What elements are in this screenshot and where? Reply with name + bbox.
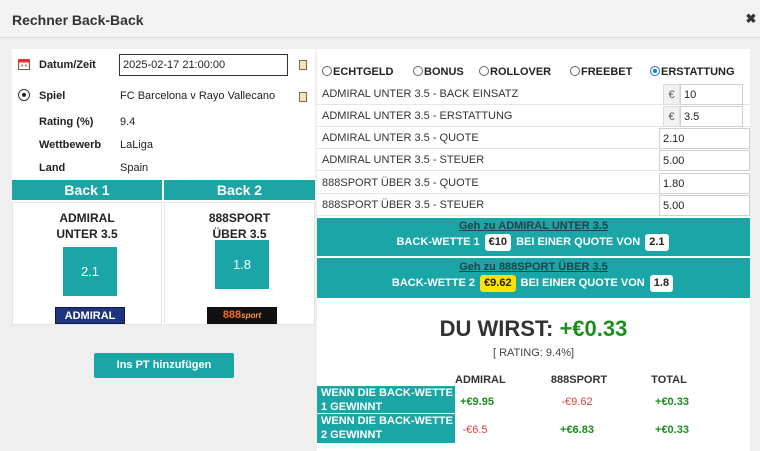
- mode-label: ECHTGELD: [333, 66, 394, 78]
- mode-rollover[interactable]: ROLLOVER: [479, 66, 551, 78]
- mode-label: ERSTATTUNG: [661, 66, 735, 78]
- mode-label: FREEBET: [581, 66, 633, 78]
- admiral-result: -€6.5: [462, 424, 488, 436]
- back1-odds[interactable]: 2.1: [63, 247, 117, 296]
- odds-label: BEI EINER QUOTE VON: [516, 236, 641, 248]
- admiral-odds-input[interactable]: 2.10: [659, 128, 750, 149]
- admiral-tax-input[interactable]: 5.00: [659, 150, 750, 171]
- field-label: ADMIRAL UNTER 3.5 - ERSTATTUNG: [322, 110, 513, 122]
- bet-label: BACK-WETTE 1: [396, 236, 480, 248]
- mode-label: ROLLOVER: [490, 66, 552, 78]
- refund-input[interactable]: 3.5: [680, 106, 743, 127]
- 888sport-logo-main: 888: [222, 309, 242, 321]
- bet-label: BACK-WETTE 2: [391, 277, 475, 289]
- 888sport-logo: 888sport: [207, 307, 277, 324]
- radio-icon[interactable]: [570, 66, 580, 76]
- 888sport-result: -€9.62: [561, 396, 593, 408]
- window-title: Rechner Back-Back: [12, 12, 144, 28]
- instruction-back1: Geh zu ADMIRAL UNTER 3.5 BACK-WETTE 1 €1…: [317, 218, 750, 256]
- field-label: ADMIRAL UNTER 3.5 - BACK EINSATZ: [322, 88, 519, 100]
- instruction-line: BACK-WETTE 2 €9.62 BEI EINER QUOTE VON 1…: [317, 274, 750, 292]
- back2-header: Back 2: [164, 180, 315, 200]
- soccer-ball-icon: [18, 89, 30, 101]
- country-label: Land: [39, 162, 66, 174]
- stake-chip: €10: [484, 233, 512, 251]
- radio-icon[interactable]: [479, 66, 489, 76]
- game-label: Spiel: [39, 90, 66, 102]
- mode-bonus[interactable]: BONUS: [413, 66, 464, 78]
- mode-freebet[interactable]: FREEBET: [570, 66, 632, 78]
- back2-odds[interactable]: 1.8: [215, 240, 269, 289]
- mode-erstattung[interactable]: ERSTATTUNG: [650, 66, 735, 78]
- window-titlebar: Rechner Back-Back ✖: [0, 0, 760, 38]
- instruction-line: BACK-WETTE 1 €10 BEI EINER QUOTE VON 2.1: [317, 233, 750, 251]
- datetime-input[interactable]: 2025-02-17 21:00:00: [119, 54, 288, 76]
- close-icon[interactable]: ✖: [744, 12, 758, 26]
- copy-game-icon[interactable]: [299, 92, 307, 102]
- country-value: Spain: [120, 162, 149, 174]
- game-row: Spiel FC Barcelona v Rayo Vallecano: [12, 86, 315, 106]
- 888sport-odds-input[interactable]: 1.80: [659, 173, 750, 194]
- admiral-result: +€9.95: [460, 396, 494, 408]
- row-back2-wins: WENN DIE BACK-WETTE 2 GEWINNT: [317, 414, 455, 443]
- country-row: Land Spain: [12, 158, 315, 178]
- 888sport-tax-input[interactable]: 5.00: [659, 195, 750, 216]
- mode-echtgeld[interactable]: ECHTGELD: [322, 66, 394, 78]
- instruction-back2: Geh zu 888SPORT ÜBER 3.5 BACK-WETTE 2 €9…: [317, 258, 750, 298]
- radio-selected-icon[interactable]: [650, 66, 660, 76]
- odds-chip: 1.8: [649, 274, 674, 292]
- odds-label: BEI EINER QUOTE VON: [520, 277, 645, 289]
- odds-chip: 2.1: [645, 233, 669, 251]
- competition-label: Wettbewerb: [39, 139, 102, 151]
- field-label: 888SPORT ÜBER 3.5 - STEUER: [322, 199, 485, 211]
- back1-bookmaker: ADMIRAL: [59, 211, 115, 225]
- add-to-pt-button[interactable]: Ins PT hinzufügen: [94, 353, 234, 378]
- game-value: FC Barcelona v Rayo Vallecano: [120, 90, 276, 102]
- back1-card: ADMIRAL UNTER 3.5 2.1 ADMIRAL: [12, 202, 162, 325]
- col-admiral: ADMIRAL: [455, 374, 506, 386]
- euro-addon: €: [663, 84, 680, 105]
- stake-chip: €9.62: [480, 274, 516, 292]
- back2-card: 888SPORT ÜBER 3.5 1.8 888sport: [164, 202, 315, 325]
- row-back1-wins: WENN DIE BACK-WETTE 1 GEWINNT: [317, 386, 455, 413]
- field-label: ADMIRAL UNTER 3.5 - QUOTE: [322, 132, 479, 144]
- total-result: +€0.33: [655, 396, 689, 408]
- goto-admiral-link[interactable]: Geh zu ADMIRAL UNTER 3.5: [317, 220, 750, 232]
- datetime-label: Datum/Zeit: [39, 59, 96, 71]
- euro-addon: €: [663, 106, 680, 127]
- copy-datetime-icon[interactable]: [299, 60, 307, 70]
- profit-result: DU WIRST: +€0.33: [317, 316, 750, 342]
- 888sport-result: +€6.83: [560, 424, 594, 436]
- rating-label: Rating (%): [39, 116, 94, 128]
- mode-label: BONUS: [424, 66, 464, 78]
- calendar-icon: [18, 59, 30, 70]
- radio-icon[interactable]: [413, 66, 423, 76]
- back-stake-input[interactable]: 10: [680, 84, 743, 105]
- back2-bookmaker: 888SPORT: [208, 211, 271, 225]
- 888sport-logo-sub: sport: [241, 311, 262, 320]
- goto-888sport-link[interactable]: Geh zu 888SPORT ÜBER 3.5: [317, 261, 750, 273]
- profit-label: DU WIRST:: [439, 316, 554, 341]
- field-label: 888SPORT ÜBER 3.5 - QUOTE: [322, 177, 479, 189]
- rating-result: [ RATING: 9.4%]: [492, 347, 575, 359]
- admiral-logo: ADMIRAL: [55, 307, 125, 324]
- profit-amount: +€0.33: [559, 316, 628, 341]
- rating-row: Rating (%) 9.4: [12, 112, 315, 132]
- competition-value: LaLiga: [120, 139, 154, 151]
- rating-value: 9.4: [120, 116, 136, 128]
- col-888sport: 888SPORT: [550, 374, 608, 386]
- competition-row: Wettbewerb LaLiga: [12, 135, 315, 155]
- total-result: +€0.33: [655, 424, 689, 436]
- event-panel: Datum/Zeit 2025-02-17 21:00:00 Spiel FC …: [12, 49, 315, 325]
- field-label: ADMIRAL UNTER 3.5 - STEUER: [322, 154, 485, 166]
- back1-header: Back 1: [12, 180, 162, 200]
- radio-icon[interactable]: [322, 66, 332, 76]
- back1-market: UNTER 3.5: [56, 227, 118, 241]
- col-total: TOTAL: [651, 374, 687, 386]
